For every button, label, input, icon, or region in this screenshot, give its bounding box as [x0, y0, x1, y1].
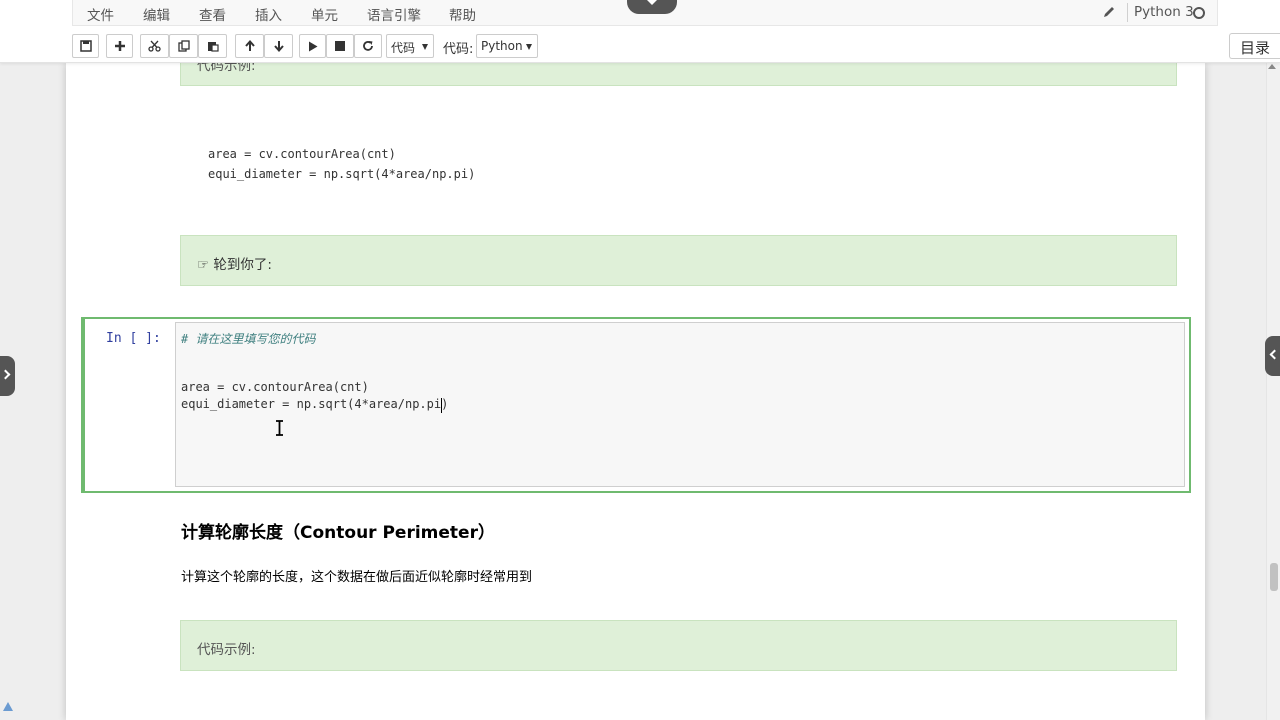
your-turn-label: ☞ 轮到你了: — [197, 257, 272, 273]
caret-down-icon — [526, 44, 532, 50]
code-line: equi_diameter = np.sqrt(4*area/np.pi) — [181, 397, 449, 411]
interrupt-button[interactable] — [326, 34, 354, 58]
code-line: area = cv.contourArea(cnt) — [181, 380, 369, 394]
code-language-label: 代码: — [443, 42, 474, 57]
caret-down-icon — [422, 44, 428, 50]
cell-type-select[interactable]: 代码 — [386, 34, 434, 58]
notebook-container: 代码示例: area = cv.contourArea(cnt) equi_di… — [66, 63, 1205, 720]
kernel-separator — [1127, 3, 1128, 22]
cut-button[interactable] — [140, 34, 169, 58]
scrollbar-thumb[interactable] — [1270, 563, 1278, 591]
menu-edit[interactable]: 编辑 — [143, 4, 170, 24]
code-comment: # 请在这里填写您的代码 — [181, 332, 316, 346]
arrow-up-icon — [244, 40, 255, 51]
pencil-icon[interactable] — [1102, 5, 1116, 19]
menu-view[interactable]: 查看 — [199, 4, 226, 24]
save-button[interactable] — [72, 34, 99, 58]
menu-cell[interactable]: 单元 — [311, 4, 338, 24]
stop-icon — [335, 41, 345, 51]
menu-kernel[interactable]: 语言引擎 — [367, 4, 421, 24]
kernel-idle-indicator-icon — [1193, 7, 1205, 19]
triangle-up-icon[interactable] — [3, 702, 13, 711]
toc-button[interactable]: 目录 — [1229, 33, 1280, 59]
chevron-right-icon — [0, 369, 11, 380]
code-example-label: 代码示例: — [197, 642, 256, 658]
chevron-left-icon — [1269, 349, 1280, 360]
left-panel-toggle[interactable] — [0, 356, 15, 396]
play-icon — [308, 41, 317, 51]
scissors-icon — [148, 40, 161, 52]
text-cursor — [441, 398, 442, 413]
collapse-header-handle[interactable] — [627, 0, 677, 14]
your-turn-box: ☞ 轮到你了: — [180, 235, 1177, 286]
language-select[interactable]: Python — [476, 34, 538, 58]
restart-button[interactable] — [354, 34, 382, 58]
code-example-line: equi_diameter = np.sqrt(4*area/np.pi) — [208, 167, 476, 181]
ibeam-cursor-icon — [276, 420, 283, 436]
language-value: Python — [481, 39, 523, 53]
scroll-up-icon[interactable] — [1268, 64, 1276, 69]
paste-icon — [207, 42, 219, 52]
chevron-down-icon — [647, 0, 657, 5]
code-example-line: area = cv.contourArea(cnt) — [208, 147, 396, 161]
code-editor[interactable]: # 请在这里填写您的代码 area = cv.contourArea(cnt) … — [175, 322, 1185, 487]
section-paragraph: 计算这个轮廓的长度，这个数据在做后面近似轮廓时经常用到 — [181, 570, 533, 585]
code-example-label: 代码示例: — [197, 63, 256, 74]
cell-type-value: 代码 — [391, 41, 416, 55]
right-panel-toggle[interactable] — [1265, 336, 1280, 376]
code-example-box: 代码示例: — [180, 620, 1177, 671]
page-scrollbar[interactable] — [1266, 63, 1280, 720]
menu-insert[interactable]: 插入 — [255, 4, 282, 24]
cell-prompt: In [ ]: — [106, 331, 161, 346]
code-example-box: 代码示例: — [180, 63, 1177, 86]
plus-icon — [114, 41, 125, 51]
notebook-header: 文件 编辑 查看 插入 单元 语言引擎 帮助 Python 3 代码 代码: P… — [0, 0, 1280, 63]
section-heading: 计算轮廓长度（Contour Perimeter） — [181, 523, 495, 543]
refresh-icon — [363, 41, 373, 51]
arrow-down-icon — [273, 41, 284, 52]
menu-file[interactable]: 文件 — [87, 4, 114, 24]
copy-button[interactable] — [169, 34, 198, 58]
run-button[interactable] — [299, 34, 326, 58]
menu-help[interactable]: 帮助 — [449, 4, 476, 24]
move-down-button[interactable] — [264, 34, 293, 58]
kernel-name[interactable]: Python 3 — [1134, 4, 1194, 20]
floppy-icon — [79, 40, 92, 52]
copy-icon — [177, 40, 190, 52]
move-up-button[interactable] — [235, 34, 264, 58]
insert-cell-button[interactable] — [106, 34, 133, 58]
paste-button[interactable] — [198, 34, 227, 58]
